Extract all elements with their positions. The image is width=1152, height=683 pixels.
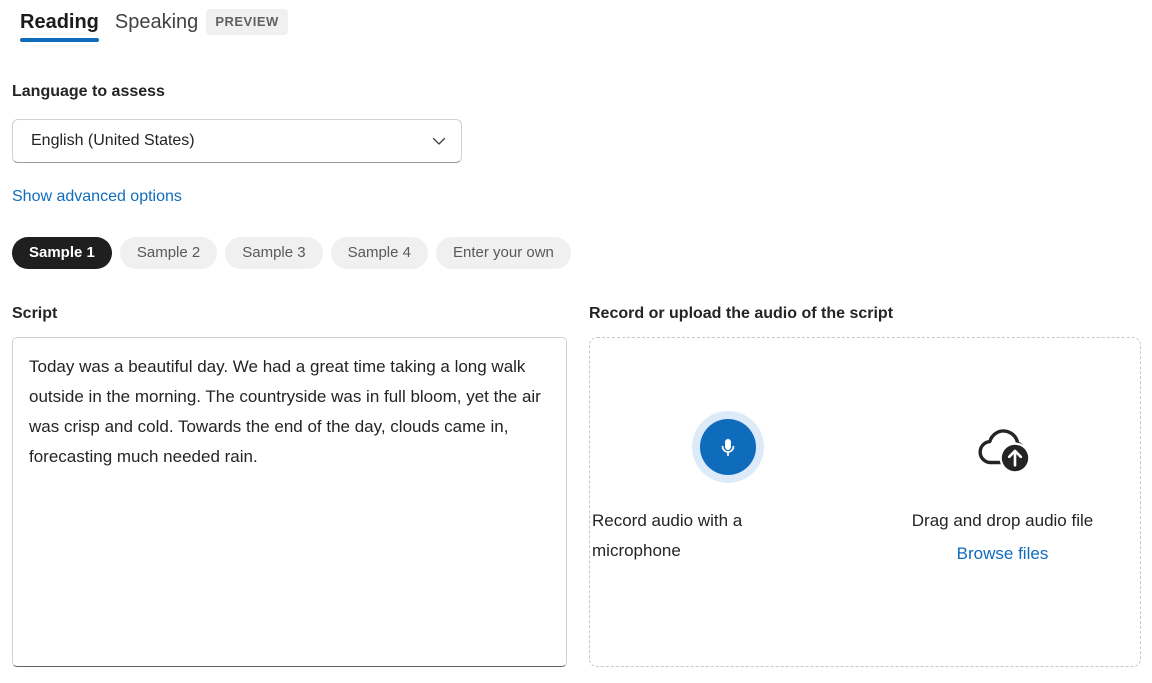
preview-badge: PREVIEW xyxy=(206,9,287,35)
microphone-icon xyxy=(700,419,756,475)
script-textarea-container[interactable]: Today was a beautiful day. We had a grea… xyxy=(12,337,567,667)
record-upload-label: Record or upload the audio of the script xyxy=(589,303,893,325)
tab-speaking-label: Speaking xyxy=(115,8,198,36)
chevron-down-icon xyxy=(429,131,449,151)
tab-active-indicator xyxy=(20,38,99,42)
sample-pill-1[interactable]: Sample 1 xyxy=(12,237,112,269)
upload-audio-option[interactable]: Drag and drop audio file Browse files xyxy=(865,338,1140,566)
script-text[interactable]: Today was a beautiful day. We had a grea… xyxy=(29,352,550,652)
cloud-icon-wrap xyxy=(865,410,1140,484)
tablist: Reading Speaking PREVIEW xyxy=(12,0,296,44)
language-label: Language to assess xyxy=(12,81,165,103)
sample-pill-4[interactable]: Sample 4 xyxy=(331,237,428,269)
tab-reading-label: Reading xyxy=(20,8,99,36)
sample-selector: Sample 1 Sample 2 Sample 3 Sample 4 Ente… xyxy=(12,237,571,269)
dropzone-columns: Record audio with a microphone Drag and … xyxy=(590,338,1140,566)
language-select[interactable]: English (United States) xyxy=(12,119,462,163)
show-advanced-options-link[interactable]: Show advanced options xyxy=(12,186,182,208)
record-audio-button[interactable] xyxy=(692,411,764,483)
tab-speaking[interactable]: Speaking PREVIEW xyxy=(107,0,296,38)
tab-reading[interactable]: Reading xyxy=(12,0,107,38)
record-audio-option[interactable]: Record audio with a microphone xyxy=(590,338,865,566)
browse-files-link[interactable]: Browse files xyxy=(957,544,1049,563)
browse-files-line: Browse files xyxy=(865,542,1140,566)
upload-audio-caption: Drag and drop audio file xyxy=(865,506,1140,536)
audio-dropzone[interactable]: Record audio with a microphone Drag and … xyxy=(589,337,1141,667)
sample-pill-2[interactable]: Sample 2 xyxy=(120,237,217,269)
mic-icon-wrap xyxy=(590,410,865,484)
sample-pill-3[interactable]: Sample 3 xyxy=(225,237,322,269)
record-audio-caption: Record audio with a microphone xyxy=(590,506,865,566)
language-selected-value: English (United States) xyxy=(31,130,429,152)
script-label: Script xyxy=(12,303,57,325)
cloud-upload-icon xyxy=(972,418,1034,476)
sample-pill-enter-your-own[interactable]: Enter your own xyxy=(436,237,571,269)
